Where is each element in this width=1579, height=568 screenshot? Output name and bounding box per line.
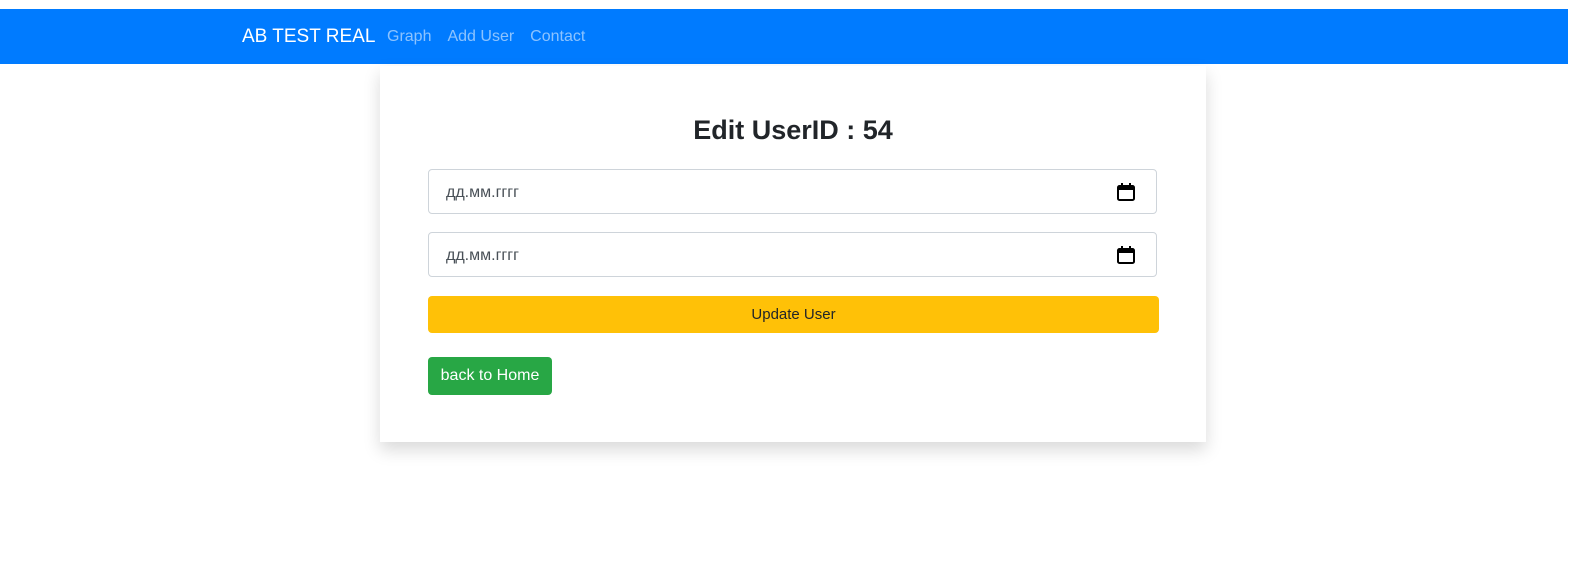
date-field-placeholder: дд.мм.гггг	[446, 247, 519, 264]
edit-user-card: Edit UserID : 54 дд.мм.гггг дд.мм.гггг U…	[380, 66, 1206, 442]
brand-link[interactable]: AB TEST REAL	[242, 25, 375, 49]
page-title: Edit UserID : 54	[693, 115, 893, 145]
end-date-field[interactable]: дд.мм.гггг	[428, 232, 1157, 277]
nav-link-add-user[interactable]: Add User	[447, 27, 514, 47]
update-user-button[interactable]: Update User	[428, 296, 1159, 333]
back-to-home-button[interactable]: back to Home	[428, 357, 552, 395]
calendar-icon[interactable]	[1116, 182, 1136, 202]
calendar-icon[interactable]	[1116, 245, 1136, 265]
nav-link-graph[interactable]: Graph	[387, 27, 431, 47]
nav-links: Graph Add User Contact	[387, 27, 585, 47]
nav-link-contact[interactable]: Contact	[530, 27, 585, 47]
navbar: AB TEST REAL Graph Add User Contact	[0, 9, 1568, 64]
date-field-placeholder: дд.мм.гггг	[446, 184, 519, 201]
start-date-field[interactable]: дд.мм.гггг	[428, 169, 1157, 214]
